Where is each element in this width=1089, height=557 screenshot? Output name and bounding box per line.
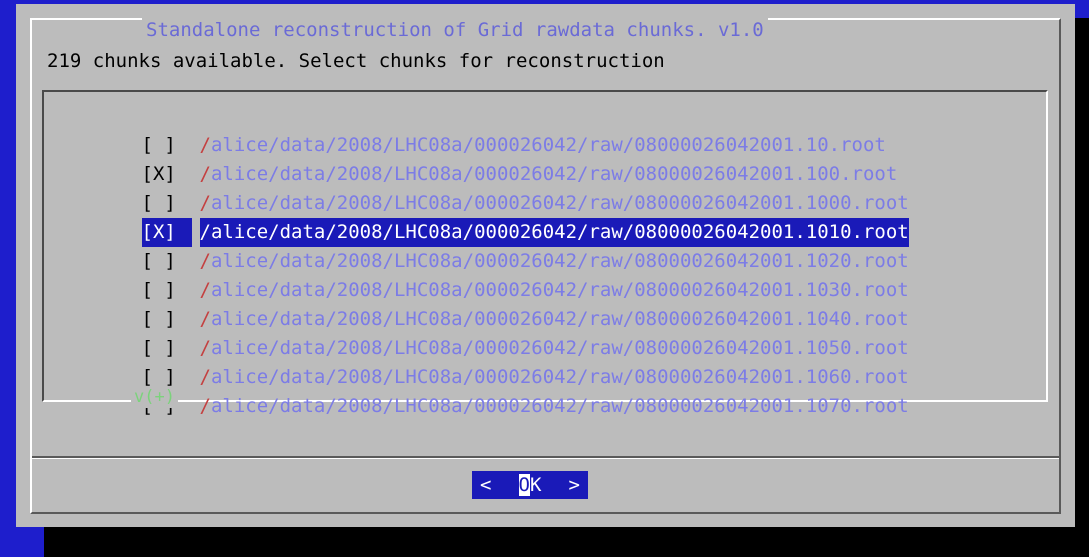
ok-button[interactable]: < OK >: [472, 471, 588, 499]
dialog-prompt: 219 chunks available. Select chunks for …: [47, 50, 665, 72]
ok-bracket-left: <: [480, 474, 492, 496]
dialog-shadow-right: [1075, 18, 1089, 557]
list-item[interactable]: [ ]/alice/data/2008/LHC08a/000026042/raw…: [50, 247, 909, 301]
ok-label-rest: K: [530, 474, 542, 496]
ok-hotkey: O: [518, 474, 530, 496]
terminal-screen: Standalone reconstruction of Grid rawdat…: [0, 0, 1089, 557]
button-area-divider: [32, 456, 1059, 459]
list-item[interactable]: [ ]/alice/data/2008/LHC08a/000026042/raw…: [50, 363, 909, 417]
list-item[interactable]: [ ]/alice/data/2008/LHC08a/000026042/raw…: [50, 160, 909, 214]
checklist-dialog: Standalone reconstruction of Grid rawdat…: [16, 4, 1075, 527]
chunk-list[interactable]: [ ]/alice/data/2008/LHC08a/000026042/raw…: [50, 102, 909, 417]
list-item-selected[interactable]: [X]/alice/data/2008/LHC08a/000026042/raw…: [50, 189, 909, 247]
list-item[interactable]: [ ]/alice/data/2008/LHC08a/000026042/raw…: [50, 276, 909, 330]
list-item[interactable]: [ ]/alice/data/2008/LHC08a/000026042/raw…: [50, 102, 909, 156]
chunk-path: /alice/data/2008/LHC08a/000026042/raw/08…: [200, 392, 909, 421]
list-item[interactable]: [ ]/alice/data/2008/LHC08a/000026042/raw…: [50, 305, 909, 359]
dialog-shadow-bottom: [44, 527, 1089, 557]
list-item[interactable]: [ ]/alice/data/2008/LHC08a/000026042/raw…: [50, 334, 909, 388]
ok-bracket-right: >: [568, 474, 580, 496]
path-slash: /: [199, 395, 211, 417]
scroll-more-indicator: v(+): [131, 386, 178, 408]
path-text: alice/data/2008/LHC08a/000026042/raw/080…: [210, 395, 909, 417]
dialog-title: Standalone reconstruction of Grid rawdat…: [142, 18, 768, 42]
list-item[interactable]: [X]/alice/data/2008/LHC08a/000026042/raw…: [50, 131, 909, 185]
list-item[interactable]: [ ]/alice/data/2008/LHC08a/000026042/raw…: [50, 218, 909, 272]
ok-button-label: OK: [518, 471, 542, 499]
